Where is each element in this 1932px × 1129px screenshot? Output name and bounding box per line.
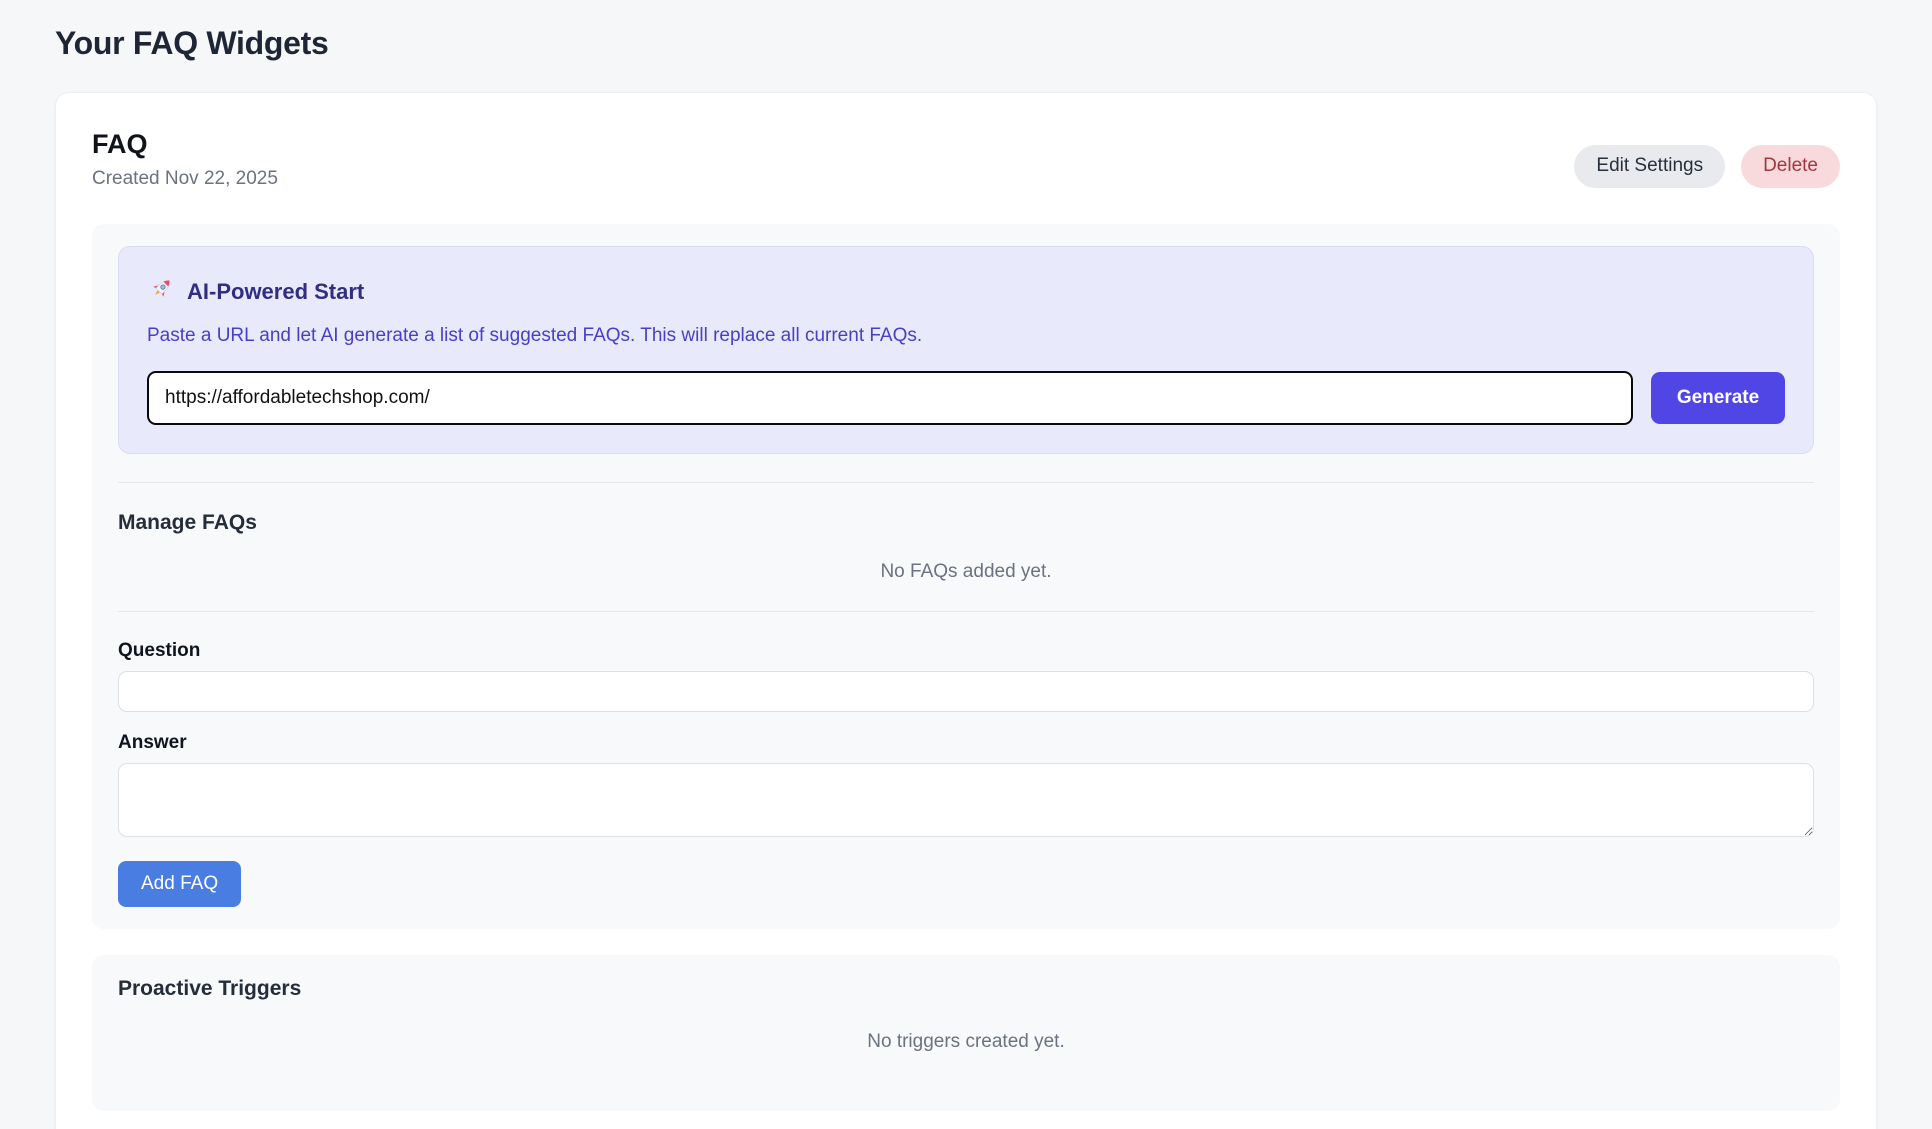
- url-input[interactable]: [147, 371, 1633, 425]
- ai-url-row: Generate: [147, 371, 1785, 425]
- ai-start-heading-row: AI-Powered Start: [147, 275, 1785, 309]
- widget-header-info: FAQ Created Nov 22, 2025: [92, 129, 278, 190]
- widget-header: FAQ Created Nov 22, 2025 Edit Settings D…: [92, 129, 1840, 190]
- divider: [118, 611, 1814, 612]
- manage-faqs-heading: Manage FAQs: [118, 511, 1814, 535]
- divider: [118, 482, 1814, 483]
- widget-title: FAQ: [92, 129, 278, 160]
- proactive-triggers-section: Proactive Triggers No triggers created y…: [92, 955, 1840, 1111]
- rocket-icon: [147, 275, 175, 309]
- faqs-empty-state: No FAQs added yet.: [118, 561, 1814, 583]
- page-title: Your FAQ Widgets: [55, 25, 1877, 62]
- widget-created-date: Created Nov 22, 2025: [92, 168, 278, 190]
- proactive-triggers-heading: Proactive Triggers: [118, 977, 1814, 1001]
- ai-powered-start-panel: AI-Powered Start Paste a URL and let AI …: [118, 246, 1814, 454]
- answer-textarea[interactable]: [118, 763, 1814, 837]
- edit-settings-button[interactable]: Edit Settings: [1574, 145, 1725, 188]
- faq-management-section: AI-Powered Start Paste a URL and let AI …: [92, 224, 1840, 929]
- answer-label: Answer: [118, 732, 1814, 754]
- question-label: Question: [118, 640, 1814, 662]
- delete-button[interactable]: Delete: [1741, 145, 1840, 188]
- ai-start-description: Paste a URL and let AI generate a list o…: [147, 325, 1785, 347]
- generate-button[interactable]: Generate: [1651, 372, 1785, 424]
- question-input[interactable]: [118, 671, 1814, 712]
- faq-widget-card: FAQ Created Nov 22, 2025 Edit Settings D…: [55, 92, 1877, 1129]
- triggers-empty-state: No triggers created yet.: [118, 1031, 1814, 1053]
- ai-start-heading: AI-Powered Start: [187, 279, 364, 305]
- add-faq-button[interactable]: Add FAQ: [118, 861, 241, 907]
- widget-actions: Edit Settings Delete: [1574, 129, 1840, 188]
